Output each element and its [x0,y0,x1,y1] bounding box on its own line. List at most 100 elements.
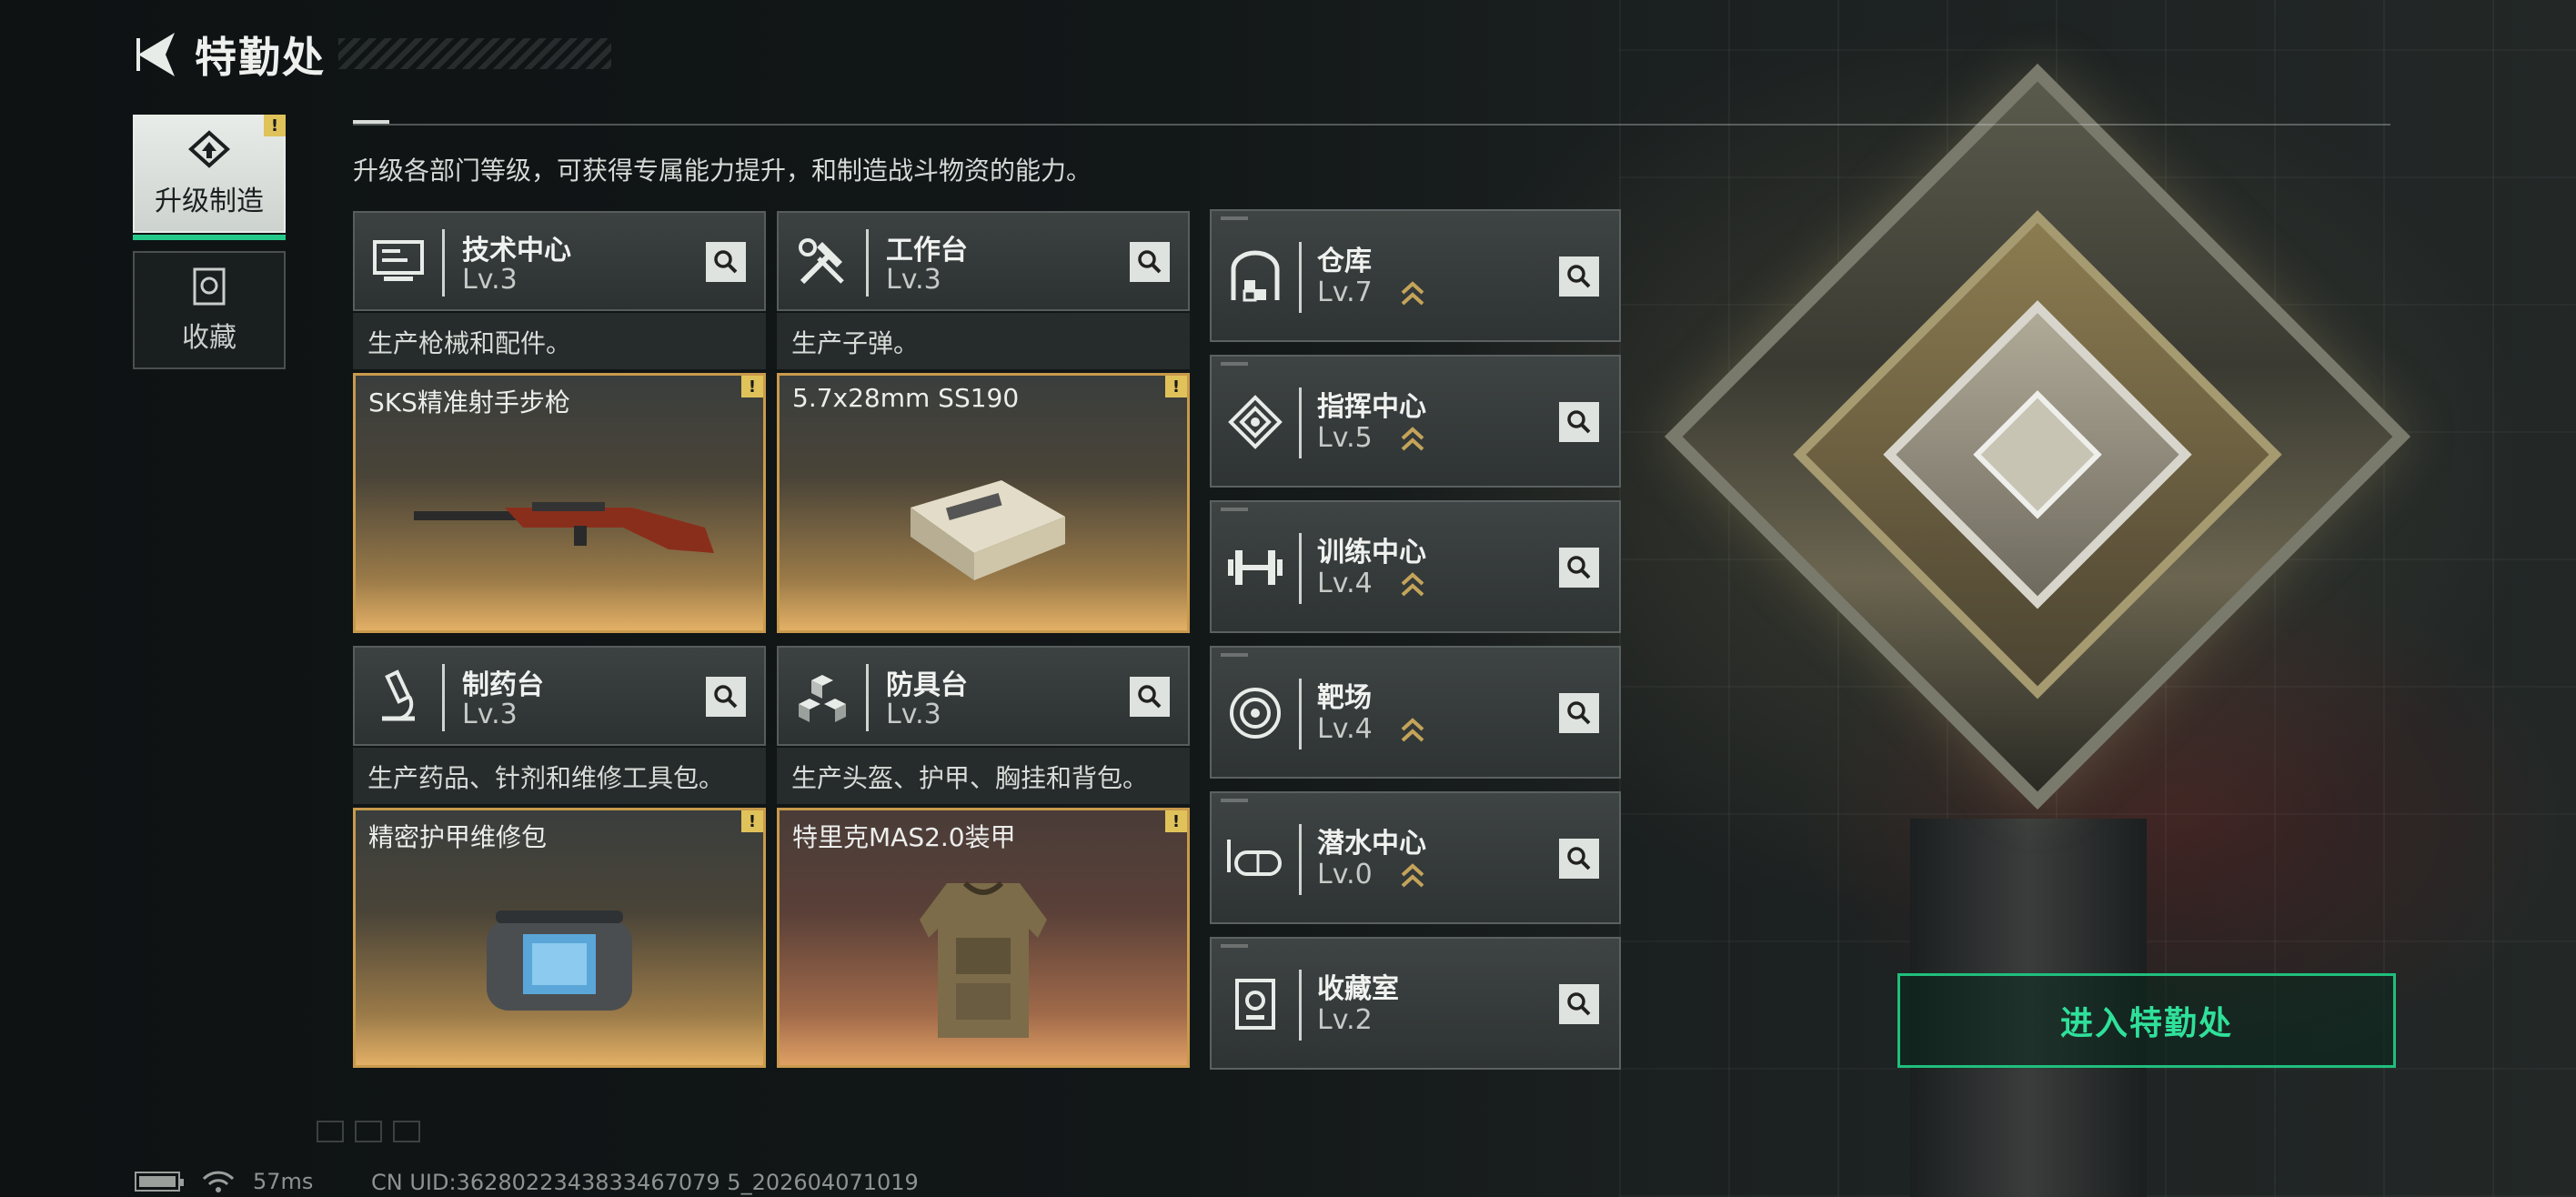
magnifier-icon [1567,701,1591,725]
item-name: 特里克MAS2.0装甲 [792,822,1016,852]
diving-mask-icon [1224,828,1286,890]
search-button[interactable] [1130,677,1170,717]
back-button[interactable] [127,27,182,82]
item-name: 精密护甲维修包 [368,822,548,852]
magnifier-icon [1567,847,1591,870]
rifle-image [356,430,763,621]
facility-name: 仓库 [1317,246,1372,277]
dept-description: 生产子弹。 [777,313,1190,369]
divider-mark [353,120,389,124]
corner-mark [1221,362,1248,366]
search-button[interactable] [1559,984,1599,1024]
item-name: SKS精准射手步枪 [368,387,570,417]
dept-level: Lv.3 [462,264,518,296]
magnifier-icon [1567,410,1591,434]
dept-name: 工作台 [886,235,968,267]
dumbbell-icon [1224,537,1286,598]
search-button[interactable] [706,677,746,717]
cubes-icon [791,666,853,728]
facility-diving-center[interactable]: 潜水中心 Lv.0 [1210,791,1621,924]
uid-label: CN UID:3628022343833467079 5_20260407101… [371,1170,919,1195]
facility-level: Lv.4 [1317,713,1373,745]
tools-icon [791,231,853,293]
separator [1299,824,1302,895]
craft-item-card[interactable]: 特里克MAS2.0装甲 ! [777,808,1190,1068]
separator [1299,242,1302,313]
facility-training-center[interactable]: 训练中心 Lv.4 [1210,500,1621,633]
command-icon [1224,391,1286,453]
dept-card-pharmacy[interactable]: 制药台 Lv.3 [353,646,766,746]
facility-name: 收藏室 [1317,973,1399,1005]
facility-name: 训练中心 [1317,537,1426,568]
magnifier-icon [1567,992,1591,1016]
facility-shooting-range[interactable]: 靶场 Lv.4 [1210,646,1621,779]
search-button[interactable] [1559,693,1599,733]
dept-card-tech-center[interactable]: 技术中心 Lv.3 [353,211,766,311]
corner-mark [1221,944,1248,948]
dept-level: Lv.3 [886,699,941,730]
alert-badge: ! [741,376,763,397]
dept-level: Lv.3 [886,264,941,296]
microscope-icon [367,666,429,728]
facility-level: Lv.4 [1317,568,1373,599]
search-button[interactable] [1559,548,1599,588]
enter-special-ops-button[interactable]: 进入特勤处 [1897,973,2396,1068]
search-button[interactable] [1559,839,1599,879]
separator [1299,387,1302,458]
craft-item-card[interactable]: 5.7x28mm SS190 ! [777,373,1190,633]
cube-illustration [1664,63,2411,810]
corner-mark [1221,799,1248,802]
facility-level: Lv.5 [1317,422,1373,454]
computer-icon [367,231,429,293]
search-button[interactable] [1130,242,1170,282]
wifi-icon [202,1171,235,1192]
tab-upgrade-craft[interactable]: 升级制造 ! [133,115,286,240]
divider [353,124,2390,126]
magnifier-icon [1567,265,1591,288]
corner-mark [1221,508,1248,511]
dept-card-armor-bench[interactable]: 防具台 Lv.3 [777,646,1190,746]
separator [1299,533,1302,604]
facility-name: 潜水中心 [1317,828,1426,860]
facility-warehouse[interactable]: 仓库 Lv.7 [1210,209,1621,342]
facility-command-center[interactable]: 指挥中心 Lv.5 [1210,355,1621,488]
magnifier-icon [1138,685,1162,709]
repair-kit-image [356,865,763,1056]
search-button[interactable] [1559,402,1599,442]
separator [442,664,445,731]
dept-name: 制药台 [462,669,544,701]
dept-description: 生产药品、针剂和维修工具包。 [353,748,766,804]
facility-name: 靶场 [1317,682,1372,714]
search-button[interactable] [706,242,746,282]
craft-item-card[interactable]: 精密护甲维修包 ! [353,808,766,1068]
magnifier-icon [714,250,738,274]
title-decoration [338,38,611,69]
warehouse-icon [1224,246,1286,307]
dept-name: 技术中心 [462,235,571,267]
dept-name: 防具台 [886,669,968,701]
dept-level: Lv.3 [462,699,518,730]
collection-icon [1224,973,1286,1035]
separator [1299,679,1302,749]
facility-level: Lv.2 [1317,1004,1373,1036]
body-armor-image [780,865,1187,1056]
tab-collection[interactable]: 收藏 [133,251,286,369]
dept-card-workbench[interactable]: 工作台 Lv.3 [777,211,1190,311]
upgrade-icon [188,130,230,168]
status-bar: 57ms [135,1169,313,1194]
separator [866,664,869,731]
back-arrow-icon [136,33,175,76]
separator [1299,970,1302,1041]
craft-item-card[interactable]: SKS精准射手步枪 ! [353,373,766,633]
dept-description: 生产枪械和配件。 [353,313,766,369]
upgrade-chevron-icon [1401,427,1424,451]
upgrade-chevron-icon [1401,572,1424,597]
search-button[interactable] [1559,256,1599,297]
corner-mark [1221,653,1248,657]
item-name: 5.7x28mm SS190 [792,383,1020,413]
separator [866,229,869,297]
page-title: 特勤处 [195,33,326,82]
facility-collection-room[interactable]: 收藏室 Lv.2 [1210,937,1621,1070]
header: 特勤处 [127,25,326,84]
upgrade-chevron-icon [1401,863,1424,888]
